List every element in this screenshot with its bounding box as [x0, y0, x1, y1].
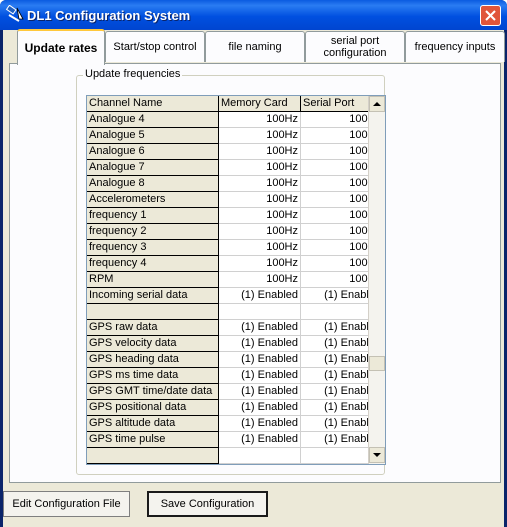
channel-name-cell[interactable] — [87, 304, 219, 320]
update-frequencies-group: Update frequencies Channel Name Memory C… — [76, 68, 386, 475]
memory-card-cell[interactable]: 100Hz — [219, 240, 301, 256]
memory-card-cell[interactable] — [219, 304, 301, 320]
table-row[interactable]: GPS altitude data (1) Enabled (1) Enabled — [87, 416, 385, 432]
memory-card-cell[interactable]: 100Hz — [219, 208, 301, 224]
channel-name-cell[interactable]: Analogue 6 — [87, 144, 219, 160]
scroll-up-button[interactable] — [369, 96, 385, 112]
table-row[interactable]: GPS GMT time/date data (1) Enabled (1) Ena… — [87, 384, 385, 400]
memory-card-cell[interactable]: (1) Enabled — [219, 368, 301, 384]
satellite-icon[interactable] — [5, 4, 25, 25]
group-label: Update frequencies — [83, 68, 183, 80]
table-row[interactable]: Analogue 4 100Hz 100Hz — [87, 112, 385, 128]
channel-name-cell[interactable]: GPS time pulse — [87, 432, 219, 448]
update-frequency-grid[interactable]: Channel Name Memory Card Serial Port Ana… — [86, 95, 386, 465]
tab-update-rates[interactable]: Update rates — [17, 29, 105, 65]
channel-name-cell[interactable]: frequency 3 — [87, 240, 219, 256]
grid-scrollbar[interactable] — [368, 96, 385, 464]
table-row[interactable]: frequency 3 100Hz 100Hz — [87, 240, 385, 256]
channel-name-cell[interactable]: Analogue 8 — [87, 176, 219, 192]
tab-file-naming[interactable]: file naming — [205, 31, 305, 62]
memory-card-cell[interactable]: 100Hz — [219, 112, 301, 128]
channel-name-cell[interactable]: Analogue 7 — [87, 160, 219, 176]
memory-card-cell[interactable]: (1) Enabled — [219, 288, 301, 304]
channel-name-cell[interactable]: Analogue 5 — [87, 128, 219, 144]
header-channel-name[interactable]: Channel Name — [87, 96, 219, 112]
table-row[interactable] — [87, 448, 385, 464]
channel-name-cell[interactable]: frequency 1 — [87, 208, 219, 224]
close-button[interactable] — [480, 5, 501, 26]
grid-header-row: Channel Name Memory Card Serial Port — [87, 96, 385, 112]
table-row[interactable]: frequency 2 100Hz 100Hz — [87, 224, 385, 240]
table-row[interactable]: frequency 4 100Hz 100Hz — [87, 256, 385, 272]
channel-name-cell[interactable]: GPS raw data — [87, 320, 219, 336]
table-row[interactable]: GPS raw data (1) Enabled (1) Enabled — [87, 320, 385, 336]
memory-card-cell[interactable]: (1) Enabled — [219, 384, 301, 400]
memory-card-cell[interactable]: 100Hz — [219, 176, 301, 192]
tab-start-stop-control[interactable]: Start/stop control — [105, 31, 205, 62]
table-row[interactable]: Analogue 7 100Hz 100Hz — [87, 160, 385, 176]
table-row[interactable]: GPS velocity data (1) Enabled (1) Enabled — [87, 336, 385, 352]
memory-card-cell[interactable]: (1) Enabled — [219, 320, 301, 336]
channel-name-cell[interactable]: Incoming serial data — [87, 288, 219, 304]
memory-card-cell[interactable]: 100Hz — [219, 160, 301, 176]
table-row[interactable]: Accelerometers 100Hz 100Hz — [87, 192, 385, 208]
table-row[interactable]: GPS ms time data (1) Enabled (1) Enabled — [87, 368, 385, 384]
memory-card-cell[interactable]: 100Hz — [219, 272, 301, 288]
table-row[interactable]: GPS time pulse (1) Enabled (1) Enabled — [87, 432, 385, 448]
scroll-down-arrow-icon — [373, 453, 381, 457]
close-icon — [485, 10, 496, 21]
memory-card-cell[interactable]: (1) Enabled — [219, 400, 301, 416]
table-row[interactable]: Analogue 6 100Hz 100Hz — [87, 144, 385, 160]
memory-card-cell[interactable]: (1) Enabled — [219, 432, 301, 448]
table-row[interactable]: GPS heading data (1) Enabled (1) Enabled — [87, 352, 385, 368]
tab-serial-port-configuration[interactable]: serial port configuration — [305, 31, 405, 62]
scroll-down-button[interactable] — [369, 447, 385, 463]
tab-strip: Update rates Start/stop control file nam… — [9, 29, 505, 65]
button-bar: Edit Configuration File Save Configurati… — [3, 485, 504, 527]
channel-name-cell[interactable]: RPM — [87, 272, 219, 288]
save-configuration-button[interactable]: Save Configuration — [147, 491, 268, 517]
memory-card-cell[interactable]: 100Hz — [219, 256, 301, 272]
channel-name-cell[interactable]: GPS velocity data — [87, 336, 219, 352]
table-row[interactable]: Analogue 8 100Hz 100Hz — [87, 176, 385, 192]
scroll-thumb[interactable] — [369, 356, 385, 371]
memory-card-cell[interactable] — [219, 448, 301, 464]
memory-card-cell[interactable]: 100Hz — [219, 128, 301, 144]
table-row[interactable]: GPS positional data (1) Enabled (1) Enable… — [87, 400, 385, 416]
memory-card-cell[interactable]: 100Hz — [219, 144, 301, 160]
memory-card-cell[interactable]: 100Hz — [219, 192, 301, 208]
tab-frequency-inputs[interactable]: frequency inputs — [405, 31, 505, 62]
window-client: Update rates Start/stop control file nam… — [3, 29, 505, 527]
channel-name-cell[interactable] — [87, 448, 219, 464]
memory-card-cell[interactable]: (1) Enabled — [219, 352, 301, 368]
update-rates-panel: Update frequencies Channel Name Memory C… — [9, 63, 501, 483]
table-row[interactable]: RPM 100Hz 100Hz — [87, 272, 385, 288]
table-row[interactable] — [87, 304, 385, 320]
table-row[interactable]: frequency 1 100Hz 100Hz — [87, 208, 385, 224]
channel-name-cell[interactable]: GPS ms time data — [87, 368, 219, 384]
channel-name-cell[interactable]: GPS GMT time/date data — [87, 384, 219, 400]
memory-card-cell[interactable]: 100Hz — [219, 224, 301, 240]
memory-card-cell[interactable]: (1) Enabled — [219, 336, 301, 352]
channel-name-cell[interactable]: Accelerometers — [87, 192, 219, 208]
memory-card-cell[interactable]: (1) Enabled — [219, 416, 301, 432]
window-title: DL1 Configuration System — [27, 8, 191, 23]
table-row[interactable]: Incoming serial data (1) Enabled (1) Enabl… — [87, 288, 385, 304]
channel-name-cell[interactable]: GPS heading data — [87, 352, 219, 368]
channel-name-cell[interactable]: GPS altitude data — [87, 416, 219, 432]
title-bar[interactable]: DL1 Configuration System — [0, 0, 507, 30]
channel-name-cell[interactable]: GPS positional data — [87, 400, 219, 416]
channel-name-cell[interactable]: frequency 4 — [87, 256, 219, 272]
table-row[interactable]: Analogue 5 100Hz 100Hz — [87, 128, 385, 144]
scroll-up-arrow-icon — [373, 102, 381, 106]
channel-name-cell[interactable]: frequency 2 — [87, 224, 219, 240]
main-window: DL1 Configuration System Update rates St… — [0, 0, 507, 527]
channel-name-cell[interactable]: Analogue 4 — [87, 112, 219, 128]
edit-configuration-file-button[interactable]: Edit Configuration File — [3, 491, 130, 517]
header-memory-card[interactable]: Memory Card — [219, 96, 301, 112]
